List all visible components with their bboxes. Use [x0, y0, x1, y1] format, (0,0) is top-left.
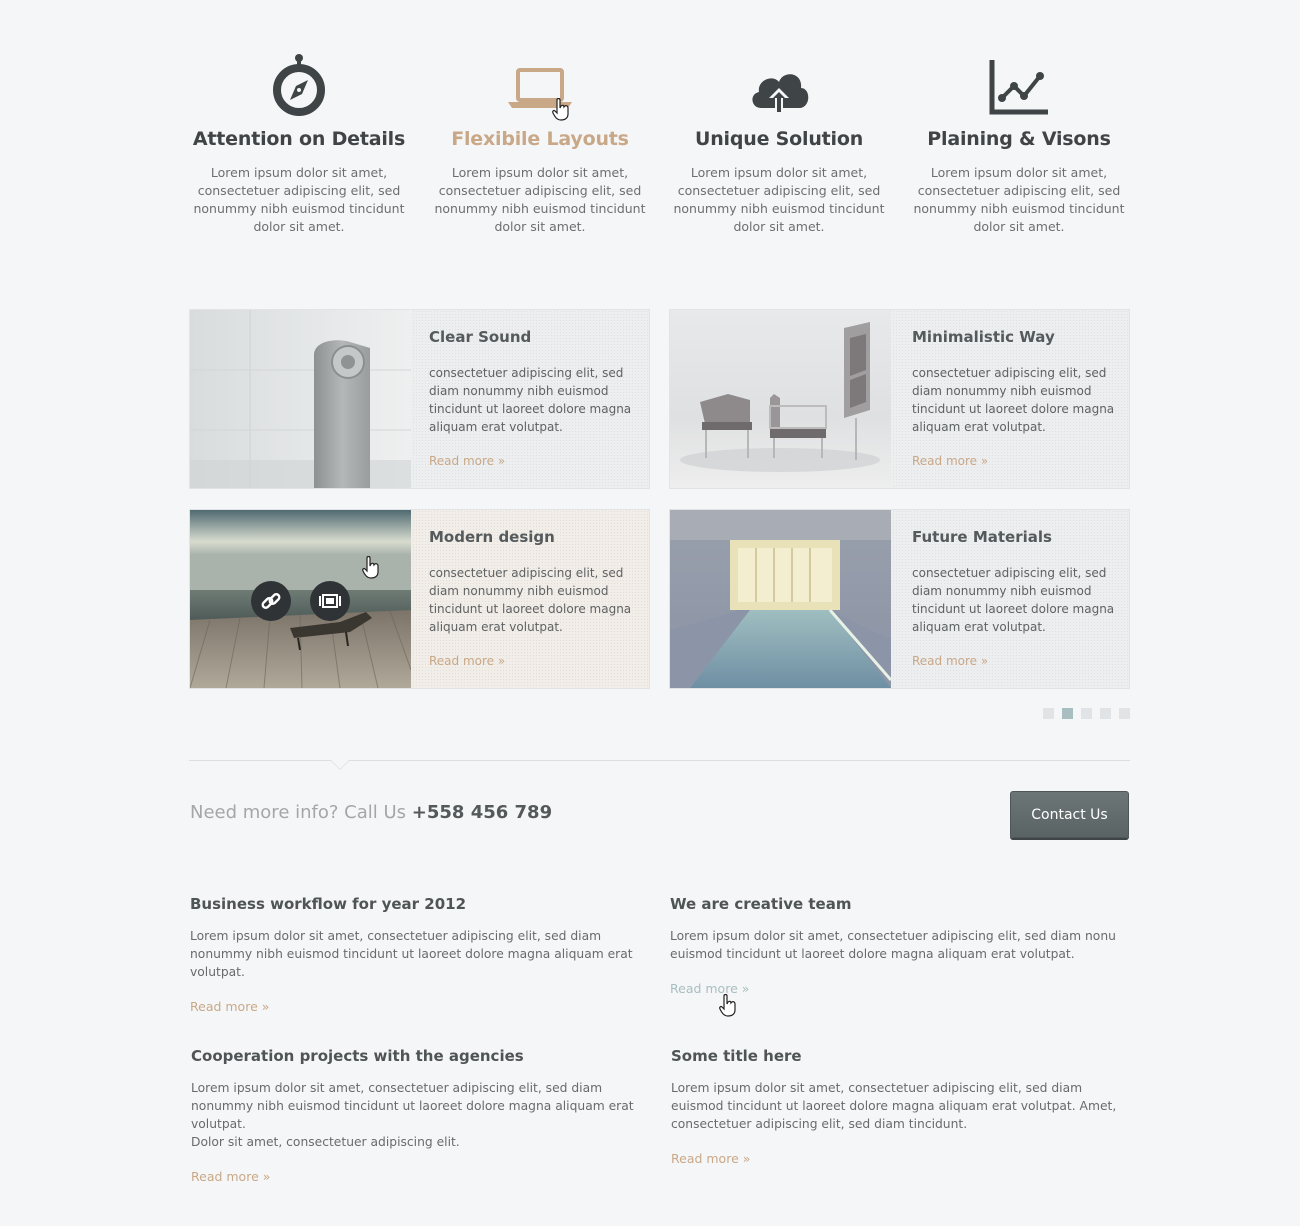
features-section: Attention on Details Lorem ipsum dolor s…	[189, 50, 1130, 250]
feature-text: Lorem ipsum dolor sit amet, consectetuer…	[193, 165, 405, 234]
card-image-speaker[interactable]	[190, 310, 411, 488]
read-more-link[interactable]: Read more »	[912, 454, 1122, 468]
hand-cursor-icon	[551, 97, 571, 126]
read-more-link[interactable]: Read more »	[912, 654, 1122, 668]
card-text: consectetuer adipiscing elit, sed diam n…	[429, 566, 632, 634]
post-creative-team: We are creative team Lorem ipsum dolor s…	[670, 895, 1130, 996]
post-title[interactable]: Business workflow for year 2012	[190, 895, 650, 913]
slider-pagination	[1043, 708, 1130, 719]
feature-title: Flexibile Layouts	[451, 128, 629, 150]
pagination-dot[interactable]	[1081, 708, 1092, 719]
call-to-action: Need more info? Call Us +558 456 789	[190, 802, 552, 823]
cta-phone: +558 456 789	[411, 802, 553, 823]
hand-cursor-icon	[718, 993, 738, 1022]
laptop-icon	[430, 50, 650, 116]
post-title[interactable]: Cooperation projects with the agencies	[191, 1047, 651, 1065]
feature-planning: Plaining & Visons Lorem ipsum dolor sit …	[909, 50, 1129, 236]
feature-text: Lorem ipsum dolor sit amet, consectetuer…	[913, 165, 1125, 234]
compass-icon	[189, 50, 409, 116]
feature-attention: Attention on Details Lorem ipsum dolor s…	[189, 50, 409, 236]
post-business-workflow: Business workflow for year 2012 Lorem ip…	[190, 895, 650, 1014]
card-title: Future Materials	[912, 528, 1052, 546]
card-image-sea-deck[interactable]	[190, 510, 411, 688]
read-more-link[interactable]: Read more »	[671, 1151, 1131, 1166]
card-title: Modern design	[429, 528, 555, 546]
post-text-line: Lorem ipsum dolor sit amet, consectetuer…	[191, 1081, 634, 1131]
gallery-icon[interactable]	[310, 581, 350, 621]
pagination-dot[interactable]	[1119, 708, 1130, 719]
post-text: Lorem ipsum dolor sit amet, consectetuer…	[190, 929, 633, 979]
feature-title: Plaining & Visons	[927, 128, 1111, 150]
post-text: Lorem ipsum dolor sit amet, consectetuer…	[671, 1081, 1117, 1131]
feature-title: Attention on Details	[192, 128, 406, 150]
pagination-dot-active[interactable]	[1062, 708, 1073, 719]
pagination-dot[interactable]	[1100, 708, 1111, 719]
line-chart-icon	[909, 50, 1129, 116]
card-clear-sound[interactable]: Clear Sound consectetuer adipiscing elit…	[189, 309, 650, 489]
card-modern-design[interactable]: Modern design consectetuer adipiscing el…	[189, 509, 650, 689]
feature-text: Lorem ipsum dolor sit amet, consectetuer…	[434, 165, 646, 234]
post-text-line: Dolor sit amet, consectetuer adipiscing …	[191, 1135, 460, 1149]
card-minimalistic-way[interactable]: Minimalistic Way consectetuer adipiscing…	[669, 309, 1130, 489]
post-title[interactable]: Some title here	[671, 1047, 1131, 1065]
read-more-link[interactable]: Read more »	[191, 1169, 651, 1184]
read-more-link[interactable]: Read more »	[429, 654, 639, 668]
contact-us-button[interactable]: Contact Us	[1010, 791, 1129, 838]
post-text: Lorem ipsum dolor sit amet, consectetuer…	[191, 1079, 651, 1151]
card-title: Minimalistic Way	[912, 328, 1055, 346]
pagination-dot[interactable]	[1043, 708, 1054, 719]
feature-unique: Unique Solution Lorem ipsum dolor sit am…	[669, 50, 889, 236]
card-future-materials[interactable]: Future Materials consectetuer adipiscing…	[669, 509, 1130, 689]
card-text: consectetuer adipiscing elit, sed diam n…	[912, 566, 1115, 634]
post-text: Lorem ipsum dolor sit amet, consectetuer…	[670, 929, 1116, 961]
feature-flexible[interactable]: Flexibile Layouts Lorem ipsum dolor sit …	[430, 50, 650, 236]
read-more-link-hover[interactable]: Read more »	[670, 981, 1130, 996]
cloud-upload-icon	[669, 50, 889, 116]
feature-text: Lorem ipsum dolor sit amet, consectetuer…	[673, 165, 885, 234]
card-image-furniture[interactable]	[670, 310, 891, 488]
post-cooperation-projects: Cooperation projects with the agencies L…	[191, 1047, 651, 1184]
card-image-pool[interactable]	[670, 510, 891, 688]
read-more-link[interactable]: Read more »	[429, 454, 639, 468]
post-some-title: Some title here Lorem ipsum dolor sit am…	[671, 1047, 1131, 1166]
post-title[interactable]: We are creative team	[670, 895, 1130, 913]
card-title: Clear Sound	[429, 328, 532, 346]
link-icon[interactable]	[251, 581, 291, 621]
feature-title: Unique Solution	[694, 128, 864, 150]
read-more-link[interactable]: Read more »	[190, 999, 650, 1014]
hand-cursor-icon	[361, 555, 381, 584]
cta-text: Need more info? Call Us	[190, 802, 407, 823]
card-text: consectetuer adipiscing elit, sed diam n…	[429, 366, 632, 434]
card-text: consectetuer adipiscing elit, sed diam n…	[912, 366, 1115, 434]
